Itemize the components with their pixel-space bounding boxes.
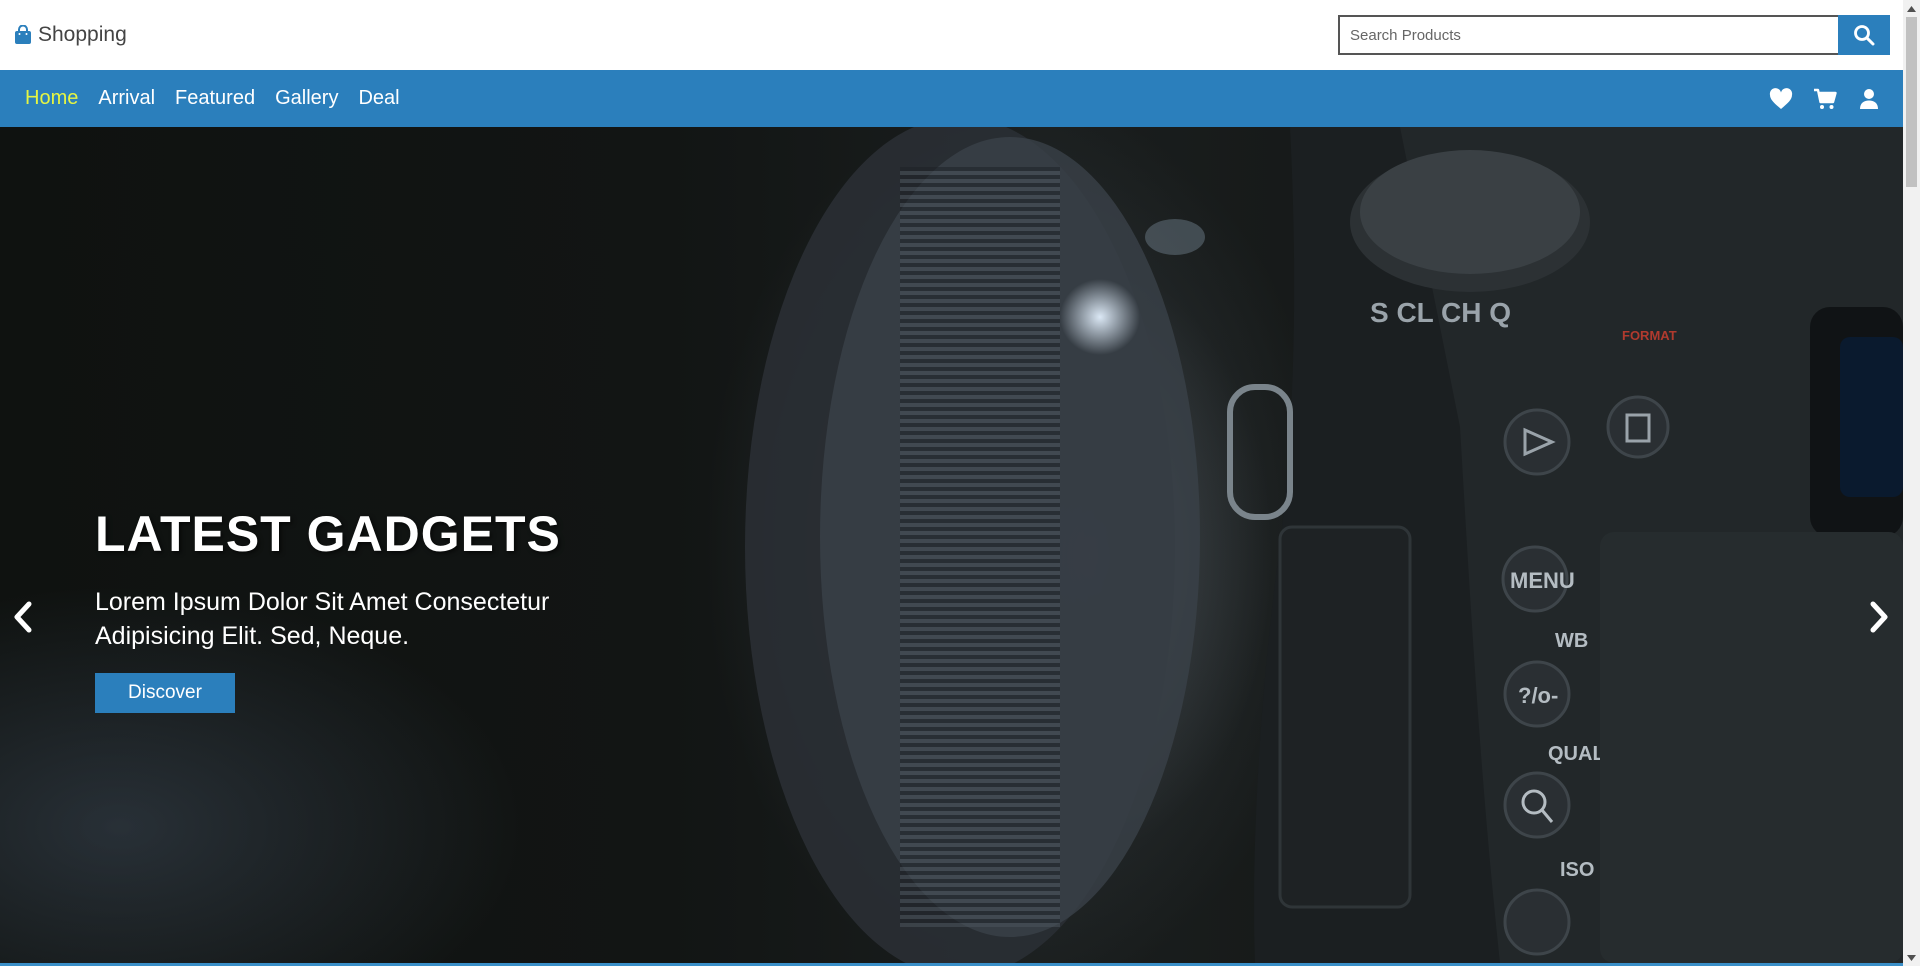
search-button[interactable] bbox=[1838, 15, 1890, 55]
main-nav: Home Arrival Featured Gallery Deal bbox=[0, 70, 1903, 127]
qual-label: QUAL bbox=[1548, 743, 1605, 765]
scrollbar-thumb[interactable] bbox=[1906, 17, 1917, 187]
hero-title: LATEST GADGETS bbox=[95, 506, 561, 562]
chevron-right-icon bbox=[1870, 601, 1888, 633]
account-button[interactable] bbox=[1857, 87, 1881, 111]
scroll-down-button[interactable] bbox=[1903, 949, 1920, 966]
user-icon bbox=[1860, 88, 1878, 109]
nav-item-gallery[interactable]: Gallery bbox=[275, 87, 338, 110]
scroll-up-button[interactable] bbox=[1903, 0, 1920, 17]
hero-banner: S CL CH Q MENU WB ?/o- QUAL ISO FORMAT L… bbox=[0, 127, 1903, 963]
nav-icons bbox=[1769, 70, 1881, 127]
search-form bbox=[1338, 15, 1890, 55]
top-header: Shopping bbox=[0, 0, 1903, 70]
search-icon bbox=[1854, 25, 1875, 46]
svg-text:?/o-: ?/o- bbox=[1518, 683, 1558, 708]
nav-item-deal[interactable]: Deal bbox=[358, 87, 399, 110]
cart-icon bbox=[1814, 88, 1837, 109]
format-label: FORMAT bbox=[1622, 328, 1677, 343]
heart-icon bbox=[1769, 87, 1793, 109]
wb-label: WB bbox=[1555, 630, 1588, 652]
carousel-prev-button[interactable] bbox=[8, 597, 38, 637]
page-scrollbar[interactable] bbox=[1903, 0, 1920, 966]
cart-button[interactable] bbox=[1813, 87, 1837, 111]
nav-item-arrival[interactable]: Arrival bbox=[98, 87, 155, 110]
nav-item-home[interactable]: Home bbox=[25, 87, 78, 110]
svg-text:S CL CH Q: S CL CH Q bbox=[1370, 297, 1511, 328]
nav-item-featured[interactable]: Featured bbox=[175, 87, 255, 110]
chevron-left-icon bbox=[14, 601, 32, 633]
carousel-next-button[interactable] bbox=[1864, 597, 1894, 637]
discover-button[interactable]: Discover bbox=[95, 673, 235, 713]
search-input[interactable] bbox=[1338, 15, 1838, 55]
caret-down-icon bbox=[1907, 954, 1916, 961]
hero-content: LATEST GADGETS Lorem Ipsum Dolor Sit Ame… bbox=[95, 505, 615, 713]
shopping-bag-icon bbox=[15, 25, 31, 44]
brand-logo[interactable]: Shopping bbox=[14, 22, 127, 48]
wishlist-button[interactable] bbox=[1769, 87, 1793, 111]
brand-name: Shopping bbox=[38, 23, 127, 46]
nav-links: Home Arrival Featured Gallery Deal bbox=[25, 70, 400, 127]
iso-label: ISO bbox=[1560, 859, 1594, 881]
caret-up-icon bbox=[1907, 5, 1916, 12]
hero-subtitle: Lorem Ipsum Dolor Sit Amet Consectetur A… bbox=[95, 588, 550, 650]
menu-label: MENU bbox=[1510, 568, 1575, 593]
